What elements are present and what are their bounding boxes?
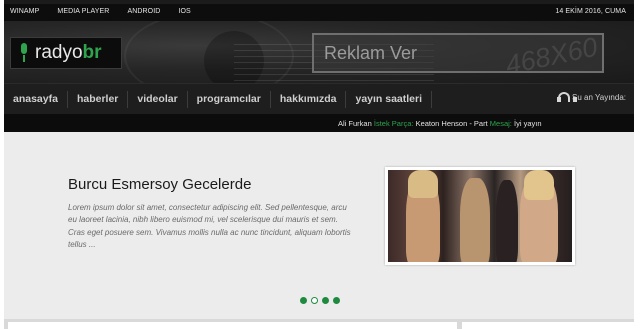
ticker-request-value: Keaton Henson - Part [415,119,488,128]
slide-title[interactable]: Burcu Esmersoy Gecelerde [68,176,251,193]
site-logo[interactable]: radyo br [10,37,122,69]
nav-item-videolar[interactable]: videolar [128,91,188,108]
slider-dot-4[interactable] [333,297,340,304]
slider-dot-2[interactable] [311,297,318,304]
headphones-icon [557,91,578,103]
photo-figure-2 [460,178,490,262]
top-link-android[interactable]: ANDROID [127,8,160,15]
on-air-label: Şu an Yayında: [572,92,626,102]
ticker-listener-name: Ali Furkan [338,119,372,128]
page-frame: WINAMP MEDIA PLAYER ANDROID IOS 14 EKİM … [4,0,634,329]
ticker-request-label: İstek Parça: [373,119,414,128]
top-link-ios[interactable]: IOS [178,8,190,15]
on-air-widget[interactable]: Şu an Yayında: [557,91,626,103]
logo-text-radyo: radyo [35,42,83,63]
top-links: WINAMP MEDIA PLAYER ANDROID IOS [10,8,191,15]
content-area [4,319,634,329]
slider-dots [300,297,340,304]
photo-figure-1-hair [408,170,438,198]
ad-banner[interactable]: Reklam Ver 468X60 [312,33,604,73]
nav-item-anasayfa[interactable]: anasayfa [4,91,68,108]
slide-photo[interactable] [385,167,575,265]
slider-dot-1[interactable] [300,297,307,304]
nav-item-programcilar[interactable]: programcılar [188,91,271,108]
nav-item-haberler[interactable]: haberler [68,91,129,108]
top-link-winamp[interactable]: WINAMP [10,8,39,15]
nav-items: anasayfa haberler videolar programcılar … [4,84,433,115]
nav-item-yayin-saatleri[interactable]: yayın saatleri [346,91,433,108]
logo-text-br: br [82,42,102,63]
microphone-icon [19,43,29,63]
slider-dot-3[interactable] [322,297,329,304]
content-card-main [8,322,457,329]
photo-figure-3 [496,180,518,262]
ticker-message-label: Mesaj: [489,119,512,128]
top-bar: WINAMP MEDIA PLAYER ANDROID IOS 14 EKİM … [4,4,634,21]
ad-size: 468X60 [502,33,600,73]
nav-item-hakkimizda[interactable]: hakkımızda [271,91,347,108]
slide-body: Lorem ipsum dolor sit amet, consectetur … [68,203,351,249]
featured-slider: Burcu Esmersoy Gecelerde Lorem ipsum dol… [4,132,634,319]
photo-figure-4-hair [524,170,554,200]
content-card-side [462,322,634,329]
main-nav: anasayfa haberler videolar programcılar … [4,83,634,114]
top-link-media-player[interactable]: MEDIA PLAYER [57,8,109,15]
ticker-message-value: İyi yayın [513,119,542,128]
ticker-text: Ali Furkan İstek Parça: Keaton Henson - … [338,119,542,128]
slide-image [388,170,572,262]
ad-label: Reklam Ver [324,43,418,63]
request-ticker: Ali Furkan İstek Parça: Keaton Henson - … [4,114,634,132]
header-banner: radyo br Reklam Ver 468X60 [4,21,634,83]
current-date: 14 EKİM 2016, CUMA [555,8,626,15]
